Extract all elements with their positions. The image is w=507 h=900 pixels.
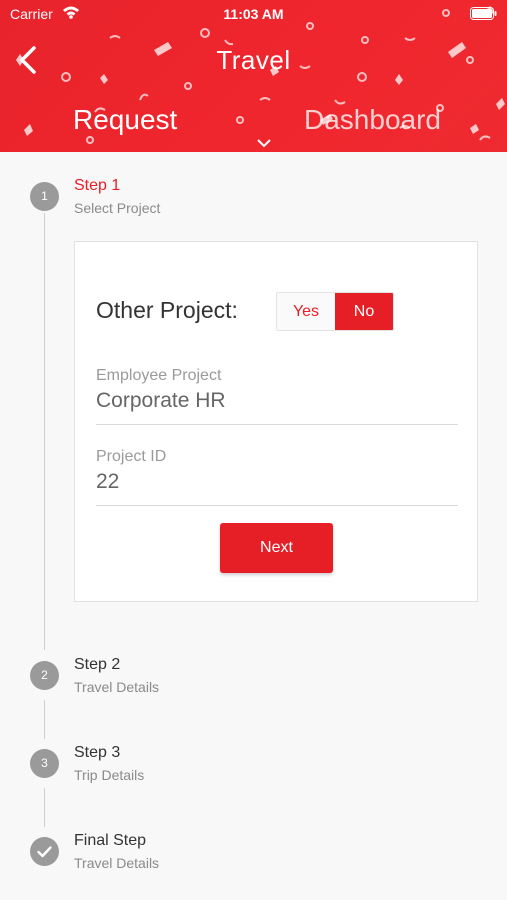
final-step-title[interactable]: Final Step	[74, 832, 146, 850]
other-project-label: Other Project:	[96, 297, 238, 323]
step-1-title[interactable]: Step 1	[74, 177, 120, 195]
status-bar: Carrier 11:03 AM	[0, 5, 507, 25]
step-3-indicator[interactable]: 3	[30, 749, 59, 778]
select-project-card: Other Project: Yes No Employee Project C…	[74, 241, 478, 602]
step-2-subtitle: Travel Details	[74, 679, 160, 695]
check-icon	[37, 846, 52, 858]
tab-request[interactable]: Request	[73, 104, 177, 136]
page-title: Travel	[216, 45, 291, 75]
toggle-yes-button[interactable]: Yes	[277, 293, 335, 330]
employee-project-field[interactable]: Corporate HR	[96, 389, 226, 413]
stepper-connector	[44, 700, 45, 739]
stepper-connector	[44, 213, 45, 650]
project-id-underline	[96, 505, 458, 506]
tab-dashboard[interactable]: Dashboard	[304, 104, 441, 136]
step-3-subtitle: Trip Details	[74, 767, 145, 783]
step-2-title[interactable]: Step 2	[74, 656, 120, 674]
employee-project-label: Employee Project	[96, 367, 222, 384]
other-project-toggle[interactable]: Yes No	[276, 292, 394, 331]
stepper-connector	[44, 788, 45, 827]
step-3-title[interactable]: Step 3	[74, 744, 120, 762]
project-id-label: Project ID	[96, 448, 167, 465]
toggle-no-button[interactable]: No	[335, 293, 393, 330]
header-bar: Carrier 11:03 AM Travel Request Dashboar…	[0, 0, 507, 152]
final-step-subtitle: Travel Details	[74, 855, 160, 871]
project-id-field[interactable]: 22	[96, 470, 119, 494]
battery-icon	[470, 7, 497, 20]
step-1-subtitle: Select Project	[74, 200, 161, 216]
step-2-indicator[interactable]: 2	[30, 661, 59, 690]
employee-project-underline	[96, 424, 458, 425]
clock: 11:03 AM	[223, 6, 284, 22]
step-1-indicator[interactable]: 1	[30, 182, 59, 211]
next-button[interactable]: Next	[220, 523, 333, 573]
final-step-indicator[interactable]	[30, 837, 59, 866]
